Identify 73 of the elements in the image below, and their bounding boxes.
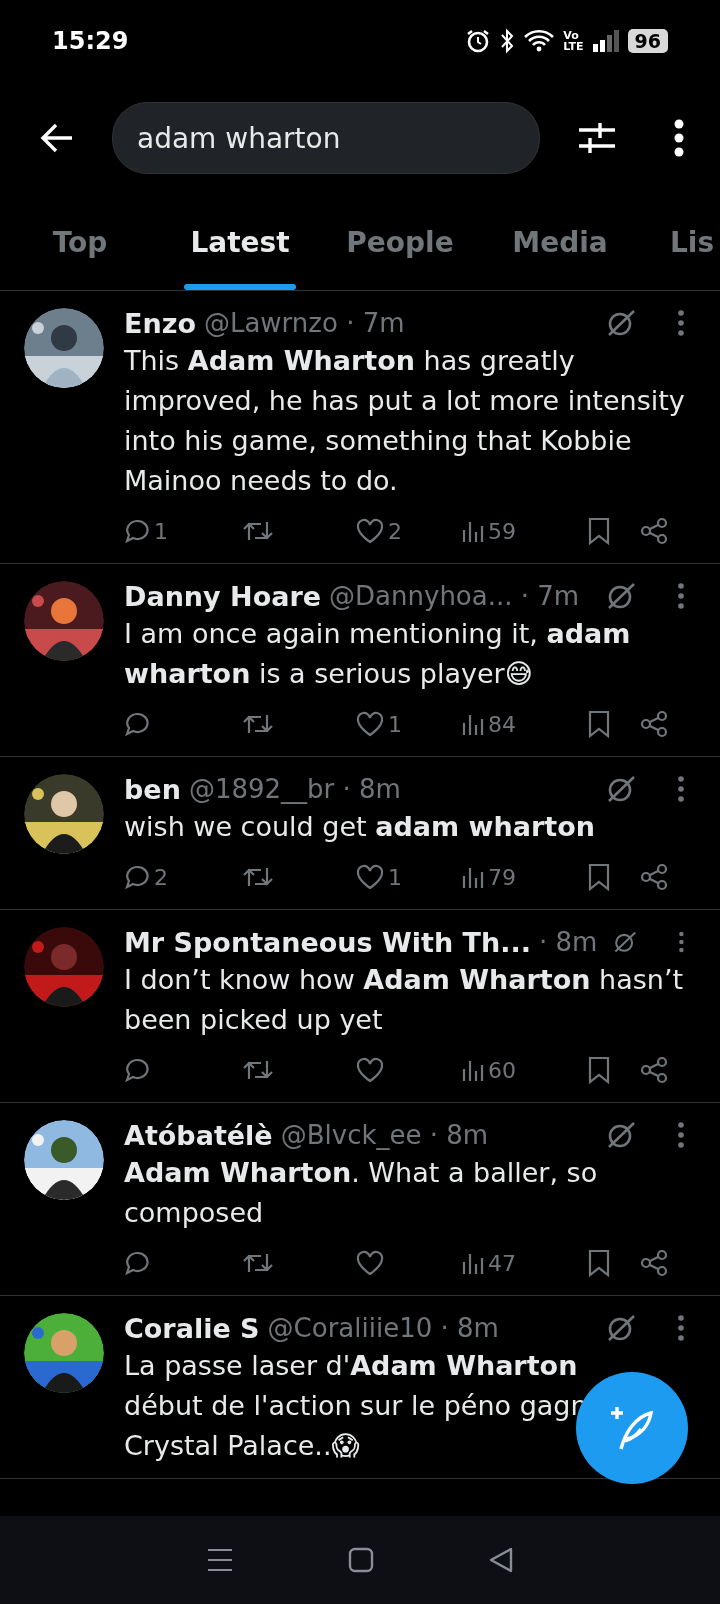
author-name[interactable]: ben — [124, 773, 181, 805]
author-name[interactable]: Danny Hoare — [124, 580, 322, 612]
slashed-circle-icon[interactable] — [606, 1120, 636, 1150]
bluetooth-icon — [499, 28, 516, 54]
signal-icon — [591, 29, 620, 53]
status-time: 15:29 — [52, 27, 129, 55]
view-count: 79 — [488, 864, 516, 890]
heart-icon[interactable] — [356, 864, 384, 890]
back-triangle-icon[interactable] — [488, 1547, 513, 1573]
like-count: 2 — [388, 518, 402, 544]
tab[interactable]: Media — [480, 194, 640, 290]
heart-icon[interactable] — [356, 711, 384, 737]
handle-time: @Lawrnzo · 7m — [203, 308, 405, 338]
author-name[interactable]: Mr Spontaneous With Th... — [124, 926, 531, 958]
battery-level: 96 — [627, 29, 668, 53]
more-options-icon[interactable] — [674, 119, 684, 157]
filter-sliders-icon[interactable] — [578, 121, 616, 155]
wifi-icon — [523, 29, 556, 53]
reply-count: 2 — [154, 864, 168, 890]
tweet-text: This Adam Wharton has greatly improved, he has put a lot more intensity into his game, something that Kobbie Mainoo needs to do. — [124, 344, 686, 498]
home-square-icon[interactable] — [348, 1547, 374, 1573]
tweet-text-line: Crystal Palace..😱 — [124, 1429, 360, 1463]
slashed-circle-icon[interactable] — [606, 308, 636, 338]
tab[interactable]: Latest — [160, 194, 320, 290]
bookmark-icon[interactable] — [588, 517, 610, 545]
like-count: 1 — [388, 864, 402, 890]
reply-count: 1 — [154, 518, 168, 544]
share-icon[interactable] — [640, 517, 668, 545]
reply-icon[interactable] — [124, 518, 150, 544]
slashed-circle-icon[interactable] — [606, 581, 636, 611]
heart-icon[interactable] — [356, 1250, 384, 1276]
heart-icon[interactable] — [356, 518, 384, 544]
share-icon[interactable] — [640, 863, 668, 891]
slashed-circle-icon[interactable] — [606, 1313, 636, 1343]
handle-time: @Dannyhoa... · 7m — [329, 581, 580, 611]
view-count: 59 — [488, 518, 516, 544]
reply-icon[interactable] — [124, 864, 150, 890]
slashed-circle-icon[interactable] — [606, 774, 636, 804]
tweet-text: Adam Wharton. What a baller, so composed — [124, 1156, 599, 1230]
network-label: LTE — [563, 41, 584, 52]
handle-time: @Coraliiie10 · 8m — [267, 1313, 499, 1343]
bookmark-icon[interactable] — [588, 1249, 610, 1277]
back-arrow-icon[interactable] — [40, 123, 74, 153]
author-name[interactable]: Enzo — [124, 307, 196, 339]
bookmark-icon[interactable] — [588, 1056, 610, 1084]
tab[interactable]: Lis — [640, 194, 715, 290]
reply-icon[interactable] — [124, 1057, 150, 1083]
handle-time: · 8m — [539, 927, 598, 957]
author-name[interactable]: Atóbatélè — [124, 1119, 273, 1151]
view-count: 84 — [488, 711, 516, 737]
tab[interactable]: Top — [0, 194, 160, 290]
author-name[interactable]: Coralie S — [124, 1312, 260, 1344]
heart-icon[interactable] — [356, 1057, 384, 1083]
bookmark-icon[interactable] — [588, 710, 610, 738]
network-label: Vo — [563, 30, 580, 41]
like-count: 1 — [388, 711, 402, 737]
share-icon[interactable] — [640, 1249, 668, 1277]
tab[interactable]: People — [320, 194, 480, 290]
reply-icon[interactable] — [124, 1250, 150, 1276]
tweet-text: I am once again mentioning it, adam wharton is a serious player😅 — [124, 617, 632, 691]
tweet-text-line: La passe laser d'Adam Wharton — [124, 1349, 578, 1383]
view-count: 60 — [488, 1057, 516, 1083]
reply-icon[interactable] — [124, 711, 150, 737]
share-icon[interactable] — [640, 1056, 668, 1084]
tweet-text: wish we could get adam wharton — [124, 810, 596, 844]
view-count: 47 — [488, 1250, 516, 1276]
bookmark-icon[interactable] — [588, 863, 610, 891]
handle-time: @1892__br · 8m — [188, 774, 401, 804]
search-field[interactable]: adam wharton — [112, 102, 540, 174]
handle-time: @Blvck_ee · 8m — [280, 1120, 489, 1150]
share-icon[interactable] — [640, 710, 668, 738]
menu-icon[interactable] — [207, 1547, 234, 1573]
tweet-text: I don’t know how Adam Wharton hasn’t been picked up yet — [124, 963, 685, 1037]
